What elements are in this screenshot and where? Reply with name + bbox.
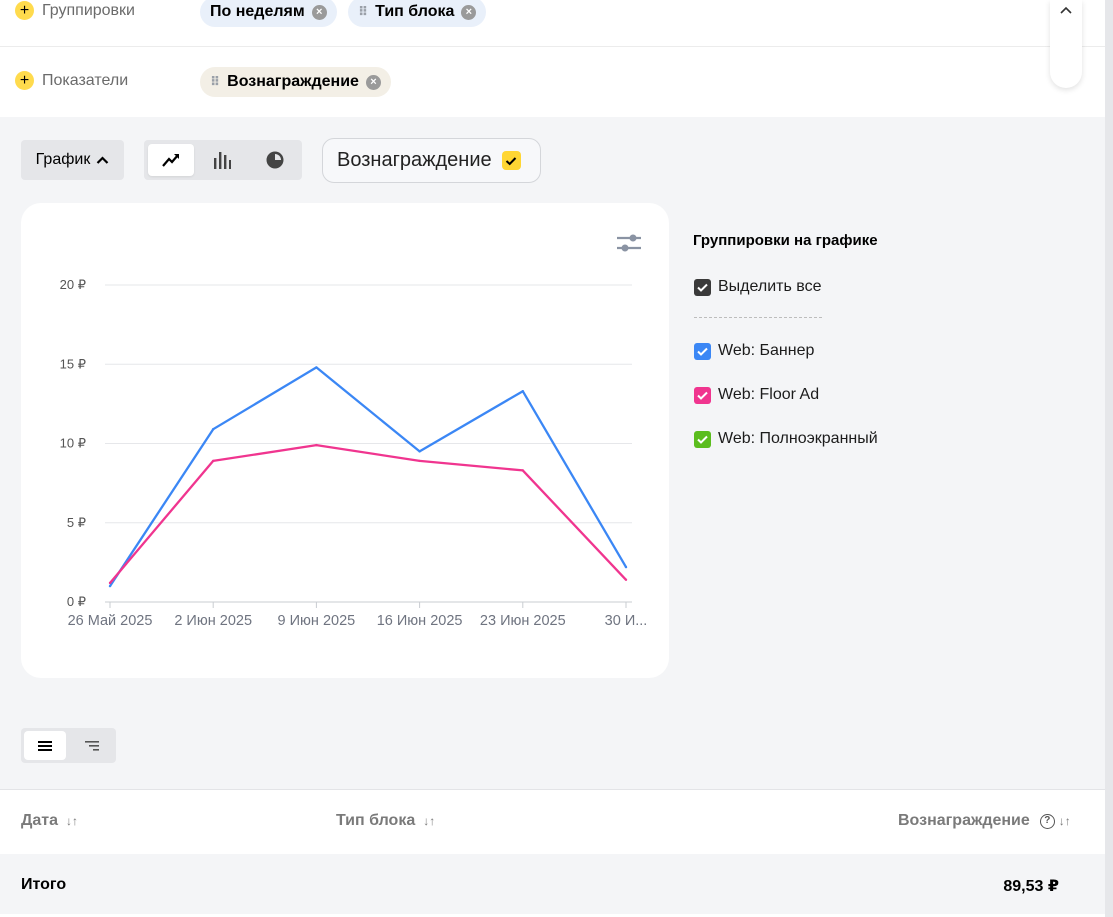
metrics-row: + Показатели ⠿ Вознаграждение × — [0, 58, 1105, 105]
flat-view-button[interactable] — [24, 731, 66, 760]
pie-chart-button[interactable] — [252, 144, 298, 176]
sort-icon[interactable]: ↓↑ — [1059, 814, 1071, 828]
legend-title: Группировки на графике — [693, 232, 878, 249]
legend-label: Web: Floor Ad — [718, 386, 820, 403]
data-point — [108, 584, 112, 588]
chart-card: 0 ₽ 5 ₽ 10 ₽ 15 ₽ 20 ₽ 26 Май 2025 2 Июн 2025 9… — [21, 203, 669, 678]
sort-icon[interactable]: ↓↑ — [66, 814, 78, 828]
pie-chart-icon — [266, 151, 284, 169]
x-tick-label: 26 Май 2025 — [68, 613, 153, 629]
series-line-1 — [109, 366, 627, 587]
chip-by-weeks[interactable]: По неделям × — [200, 0, 337, 27]
chip-reward[interactable]: ⠿ Вознаграждение × — [200, 67, 391, 97]
checkbox-checked-icon — [694, 342, 711, 360]
help-icon[interactable]: ? — [1039, 813, 1055, 829]
column-header-label: Вознаграждение — [898, 812, 1030, 829]
column-header-label: Дата — [21, 812, 59, 829]
remove-chip-icon[interactable]: × — [461, 4, 477, 20]
x-tick-label: 16 Июн 2025 — [377, 613, 463, 629]
y-tick-label: 5 ₽ — [67, 515, 86, 530]
data-point — [108, 581, 112, 585]
add-grouping-icon[interactable]: + — [15, 1, 34, 20]
checkbox-checked-icon — [694, 430, 711, 448]
select-all-checkbox[interactable]: Выделить все — [694, 278, 821, 296]
chip-label: Тип блока — [375, 3, 455, 20]
column-header-date[interactable]: Дата ↓↑ — [21, 812, 78, 830]
metric-toggle-button[interactable]: Вознаграждение — [322, 138, 541, 183]
bar-chart-button[interactable] — [199, 144, 245, 176]
data-point — [521, 389, 524, 393]
legend-item-fullscreen[interactable]: Web: Полноэкранный — [694, 430, 878, 448]
groupings-label: Группировки — [42, 2, 135, 19]
groupings-row: + Группировки По неделям × ⠿ Тип блока × — [0, 0, 1105, 47]
line-chart-icon — [162, 154, 179, 167]
report-table: Дата ↓↑ Тип блока ↓↑ Вознаграждение ? ↓↑… — [0, 789, 1105, 917]
metric-toggle-label: Вознаграждение — [337, 149, 492, 171]
y-tick-label: 0 ₽ — [67, 594, 86, 609]
chart-settings-icon[interactable] — [616, 232, 642, 254]
y-tick-label: 10 ₽ — [60, 436, 86, 451]
tree-view-button[interactable] — [71, 731, 113, 760]
data-point — [418, 450, 421, 453]
legend-item-banner[interactable]: Web: Баннер — [694, 342, 814, 360]
checkbox-checked-icon[interactable] — [501, 151, 521, 170]
drag-handle-icon[interactable]: ⠿ — [358, 4, 368, 20]
legend-item-floor-ad[interactable]: Web: Floor Ad — [694, 386, 819, 404]
drag-handle-icon[interactable]: ⠿ — [210, 74, 220, 90]
scrollbar[interactable] — [1105, 0, 1113, 917]
column-header-block-type[interactable]: Тип блока ↓↑ — [336, 812, 435, 830]
x-tick-label: 23 Июн 2025 — [480, 613, 566, 629]
column-header-reward[interactable]: Вознаграждение ? ↓↑ — [898, 812, 1071, 830]
data-point — [521, 469, 524, 472]
chevron-up-icon — [97, 156, 109, 164]
checkbox-checked-icon — [694, 278, 711, 296]
metrics-label: Показатели — [42, 72, 129, 89]
filter-panel: + Группировки По неделям × ⠿ Тип блока ×… — [0, 0, 1105, 117]
total-row: Итого 89,53 ₽ — [0, 854, 1105, 914]
chip-label: По неделям — [210, 3, 305, 20]
add-metric-icon[interactable]: + — [15, 71, 34, 90]
legend-label: Web: Полноэкранный — [718, 430, 878, 447]
x-tick-label: 9 Июн 2025 — [278, 613, 356, 629]
grafik-toggle-button[interactable]: График — [21, 140, 124, 180]
legend-label: Web: Баннер — [718, 342, 815, 359]
data-point — [212, 428, 215, 431]
y-tick-label: 15 ₽ — [60, 356, 86, 371]
remove-chip-icon[interactable]: × — [311, 4, 327, 20]
chip-label: Вознаграждение — [227, 73, 359, 90]
chart-type-switch — [144, 140, 302, 180]
total-value: 89,53 ₽ — [1003, 878, 1059, 895]
tree-list-icon — [85, 740, 99, 751]
legend-label: Выделить все — [718, 278, 822, 295]
series-line-2 — [109, 443, 627, 584]
data-point — [624, 578, 628, 582]
line-chart: 0 ₽ 5 ₽ 10 ₽ 15 ₽ 20 ₽ 26 Май 2025 2 Июн 2025 9… — [60, 277, 648, 629]
collapse-filters-button[interactable] — [1050, 0, 1082, 88]
bar-chart-icon — [214, 152, 231, 169]
list-icon — [38, 740, 52, 751]
chevron-up-icon — [1060, 6, 1072, 14]
x-tick-label: 30 И... — [605, 613, 648, 629]
data-point — [315, 366, 318, 369]
data-point — [418, 459, 421, 463]
y-tick-label: 20 ₽ — [60, 277, 86, 292]
divider — [694, 317, 822, 318]
x-tick-label: 2 Июн 2025 — [174, 613, 252, 629]
data-point — [315, 443, 318, 447]
chip-block-type[interactable]: ⠿ Тип блока × — [348, 0, 487, 27]
column-header-label: Тип блока — [336, 812, 416, 829]
remove-chip-icon[interactable]: × — [365, 74, 381, 90]
checkbox-checked-icon — [694, 386, 711, 404]
data-point — [624, 565, 628, 569]
grafik-label: График — [35, 151, 91, 168]
sort-icon[interactable]: ↓↑ — [423, 814, 435, 828]
data-point — [212, 459, 215, 463]
table-view-switch — [21, 728, 116, 763]
line-chart-button[interactable] — [148, 144, 194, 176]
total-label: Итого — [21, 876, 67, 893]
